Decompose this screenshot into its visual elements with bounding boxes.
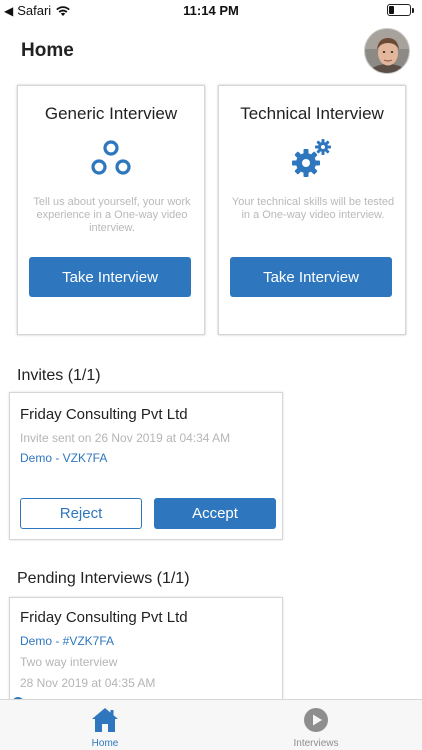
reject-button[interactable]: Reject [20, 498, 142, 529]
page-title: Home [21, 40, 74, 61]
pending-section-title: Pending Interviews (1/1) [17, 570, 190, 587]
card-title: Technical Interview [240, 104, 384, 123]
pending-company: Friday Consulting Pvt Ltd [20, 609, 188, 626]
accept-button[interactable]: Accept [154, 498, 276, 529]
avatar[interactable] [364, 28, 410, 74]
tab-bar: Home Interviews [0, 699, 422, 750]
generic-interview-card: Generic Interview Tell us about yourself… [17, 85, 205, 335]
invite-card: Friday Consulting Pvt Ltd Invite sent on… [9, 392, 283, 540]
battery-indicator [387, 4, 414, 16]
pending-type: Two way interview [20, 655, 118, 669]
pending-code: Demo - #VZK7FA [20, 634, 115, 648]
invite-sent-date: Invite sent on 26 Nov 2019 at 04:34 AM [20, 431, 231, 445]
take-technical-interview-button[interactable]: Take Interview [230, 257, 392, 297]
tab-home-label: Home [91, 738, 119, 749]
battery-tip [412, 7, 414, 13]
gears-icon [219, 136, 405, 186]
battery-fill [389, 6, 394, 14]
take-generic-interview-button[interactable]: Take Interview [29, 257, 191, 297]
home-icon [55, 706, 155, 734]
tab-interviews[interactable]: Interviews [266, 706, 366, 749]
play-circle-icon [266, 706, 366, 734]
avatar-image [365, 29, 409, 73]
card-title: Generic Interview [44, 104, 178, 123]
invite-company: Friday Consulting Pvt Ltd [20, 406, 188, 423]
pending-date: 28 Nov 2019 at 04:35 AM [20, 676, 156, 690]
technical-interview-card: Technical Interview Your technical skill… [218, 85, 406, 335]
status-time: 11:14 PM [183, 3, 239, 18]
card-description: Your technical skills will be tested in … [231, 196, 395, 221]
card-description: Tell us about yourself, your work experi… [33, 196, 191, 234]
battery-icon [387, 4, 411, 16]
tab-home[interactable]: Home [55, 706, 155, 749]
three-circles-icon [18, 136, 204, 186]
invites-section-title: Invites (1/1) [17, 367, 101, 384]
status-bar: ◀ Safari 11:14 PM [0, 0, 422, 22]
tab-interviews-label: Interviews [293, 738, 339, 749]
invite-code: Demo - VZK7FA [20, 451, 108, 465]
